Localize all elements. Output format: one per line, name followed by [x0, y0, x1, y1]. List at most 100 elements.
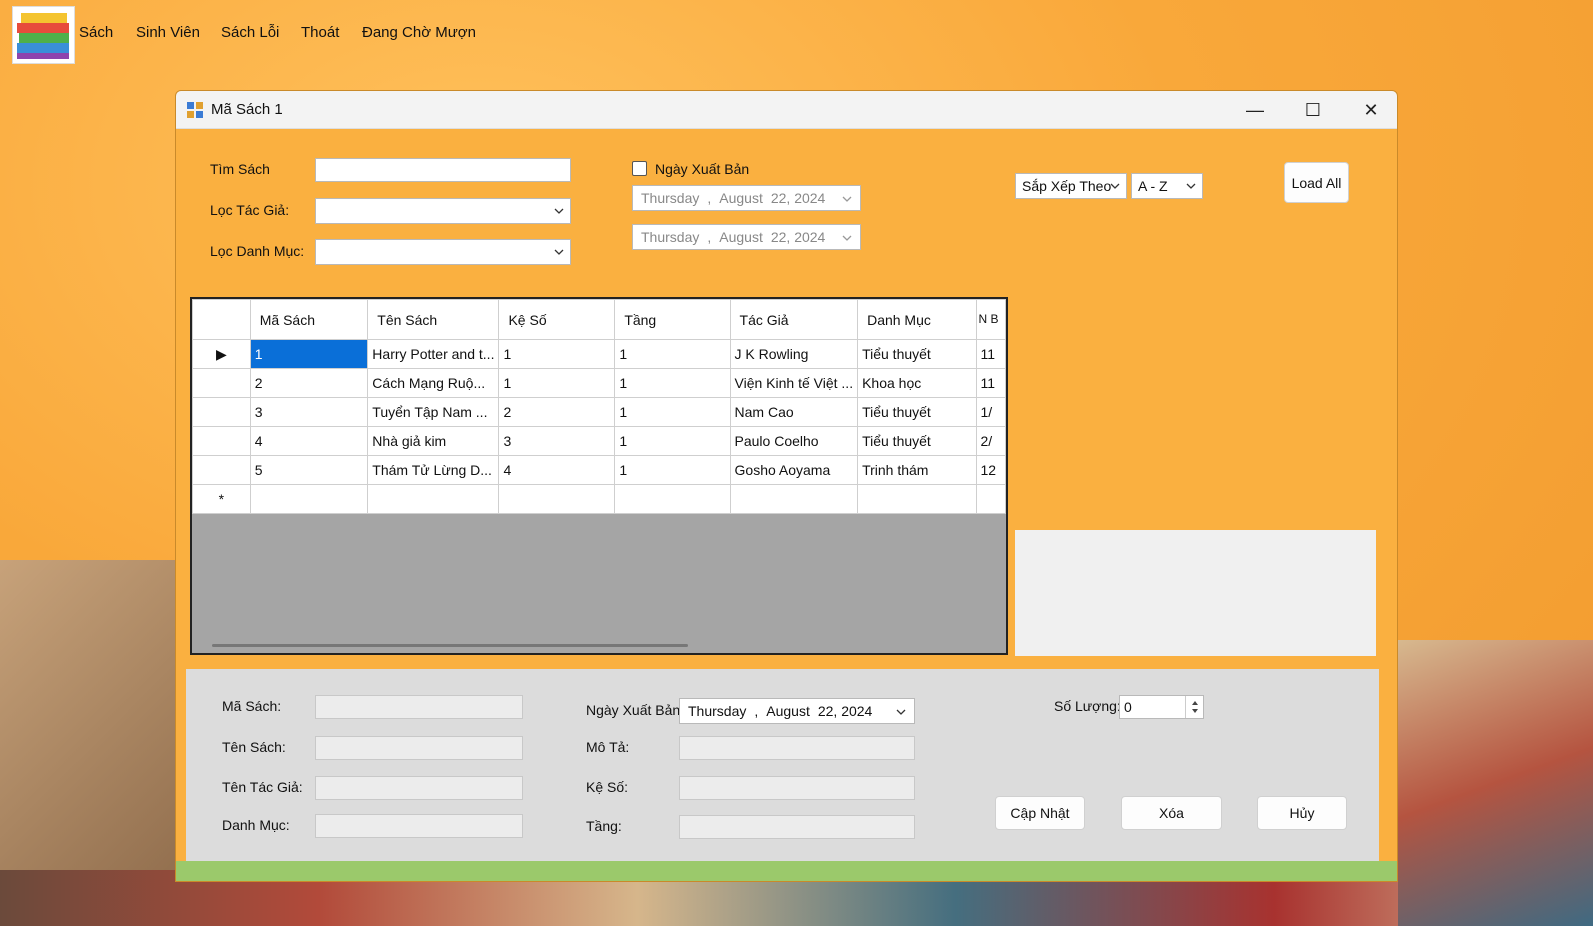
table-cell[interactable]: J K Rowling [729, 339, 859, 369]
table-cell[interactable]: 1 [614, 426, 731, 456]
close-button[interactable]: ✕ [1342, 91, 1397, 129]
table-cell[interactable]: Thám Tử Lừng D... [367, 455, 500, 485]
table-cell[interactable]: 3 [249, 397, 369, 427]
background-book-stack-left [0, 560, 180, 926]
ma-sach-field[interactable] [315, 695, 523, 719]
table-cell[interactable]: Tuyển Tập Nam ... [367, 397, 500, 427]
menu-sinh-vien[interactable]: Sinh Viên [136, 24, 200, 41]
date-from-picker[interactable]: Thursday, August 22, 2024 [632, 185, 861, 211]
table-cell[interactable]: 1 [498, 339, 616, 369]
so-luong-label: Số Lượng: [1054, 698, 1121, 714]
so-luong-stepper[interactable]: 0 [1119, 695, 1204, 719]
table-cell[interactable]: Viện Kinh tế Việt ... [729, 368, 859, 398]
horizontal-scrollbar[interactable] [212, 644, 688, 647]
menu-sach[interactable]: Sách [79, 24, 113, 41]
table-row[interactable]: ▶ 1 Harry Potter and t... 1 1 J K Rowling Tiểu… [192, 339, 1006, 369]
publish-date-sep: , [754, 703, 759, 719]
window-titlebar: Mã Sách 1 — ☐ ✕ [176, 91, 1397, 129]
row-header[interactable]: ▶ [192, 339, 251, 369]
table-cell[interactable]: Nhà giả kim [367, 426, 500, 456]
table-cell[interactable]: 11 [975, 339, 1006, 369]
table-cell[interactable]: 1 [249, 339, 369, 369]
publish-date-checkbox[interactable] [632, 161, 647, 176]
date-to-picker[interactable]: Thursday, August 22, 2024 [632, 224, 861, 250]
ten-sach-label: Tên Sách: [222, 739, 286, 755]
table-cell[interactable]: 4 [498, 455, 616, 485]
table-cell[interactable]: Nam Cao [729, 397, 859, 427]
table-cell[interactable]: 11 [975, 368, 1006, 398]
table-row[interactable]: 5 Thám Tử Lừng D... 4 1 Gosho Aoyama Trinh th… [192, 455, 1006, 485]
ke-so-field[interactable] [679, 776, 915, 800]
row-header[interactable] [192, 397, 251, 427]
cancel-button[interactable]: Hủy [1257, 796, 1347, 830]
table-cell[interactable]: Harry Potter and t... [367, 339, 500, 369]
table-cell[interactable]: Tiểu thuyết [857, 339, 977, 369]
table-cell[interactable]: 2 [498, 397, 616, 427]
column-header-ngay-xuat-ban[interactable]: N B [975, 299, 1006, 340]
table-cell[interactable]: 5 [249, 455, 369, 485]
ngay-xuat-ban-picker[interactable]: Thursday, August 22, 2024 [679, 698, 915, 724]
update-button[interactable]: Cập Nhật [995, 796, 1085, 830]
table-cell[interactable]: Tiểu thuyết [857, 397, 977, 427]
menu-sach-loi[interactable]: Sách Lỗi [221, 24, 279, 41]
column-header-ma-sach[interactable]: Mã Sách [249, 299, 369, 340]
table-cell[interactable]: 2 [249, 368, 369, 398]
table-cell[interactable]: Trinh thám [857, 455, 977, 485]
danh-muc-field[interactable] [315, 814, 523, 838]
tang-field[interactable] [679, 815, 915, 839]
row-header[interactable]: * [192, 484, 251, 514]
table-cell[interactable] [857, 484, 977, 514]
column-header-tang[interactable]: Tầng [614, 299, 731, 340]
ten-sach-field[interactable] [315, 736, 523, 760]
publish-date-day-year: 22, 2024 [817, 703, 873, 719]
ten-tac-gia-field[interactable] [315, 776, 523, 800]
table-cell[interactable] [249, 484, 369, 514]
delete-button[interactable]: Xóa [1121, 796, 1222, 830]
table-cell[interactable]: 4 [249, 426, 369, 456]
table-cell[interactable]: 1 [614, 455, 731, 485]
sort-by-select[interactable]: Sắp Xếp Theo [1015, 173, 1127, 199]
row-header[interactable] [192, 426, 251, 456]
table-cell[interactable]: 1 [614, 397, 731, 427]
table-cell[interactable]: 1 [614, 368, 731, 398]
table-cell[interactable]: Tiểu thuyết [857, 426, 977, 456]
table-cell[interactable] [367, 484, 500, 514]
table-row[interactable]: * [192, 484, 1006, 514]
danh-muc-label: Danh Mục: [222, 817, 290, 833]
table-cell[interactable]: 1/ [975, 397, 1006, 427]
sort-order-select[interactable]: A - Z [1131, 173, 1203, 199]
table-cell[interactable]: 1 [498, 368, 616, 398]
mo-ta-field[interactable] [679, 736, 915, 760]
maximize-button[interactable]: ☐ [1284, 91, 1342, 129]
row-header[interactable] [192, 368, 251, 398]
table-cell[interactable]: 1 [614, 339, 731, 369]
menu-thoat[interactable]: Thoát [301, 24, 339, 41]
category-filter-select[interactable] [315, 239, 571, 265]
table-cell[interactable] [729, 484, 859, 514]
column-header-ten-sach[interactable]: Tên Sách [367, 299, 500, 340]
search-input[interactable] [315, 158, 571, 182]
table-row[interactable]: 3 Tuyển Tập Nam ... 2 1 Nam Cao Tiểu thuyết 1/ [192, 397, 1006, 427]
table-row[interactable]: 2 Cách Mạng Ruộ... 1 1 Viện Kinh tế Việt ...… [192, 368, 1006, 398]
load-all-button[interactable]: Load All [1284, 162, 1349, 203]
stepper-buttons[interactable] [1185, 696, 1203, 718]
table-cell[interactable] [614, 484, 731, 514]
table-cell[interactable] [975, 484, 1006, 514]
table-cell[interactable]: Cách Mạng Ruộ... [367, 368, 500, 398]
minimize-button[interactable]: — [1226, 91, 1284, 129]
table-row[interactable]: 4 Nhà giả kim 3 1 Paulo Coelho Tiểu thuyết 2/ [192, 426, 1006, 456]
table-cell[interactable]: 3 [498, 426, 616, 456]
table-cell[interactable]: Paulo Coelho [729, 426, 859, 456]
books-grid[interactable]: Mã Sách Tên Sách Kệ Số Tầng Tác Giả Danh… [190, 297, 1008, 655]
author-filter-select[interactable] [315, 198, 571, 224]
column-header-tac-gia[interactable]: Tác Giả [729, 299, 859, 340]
table-cell[interactable]: Khoa học [857, 368, 977, 398]
table-cell[interactable]: 2/ [975, 426, 1006, 456]
column-header-ke-so[interactable]: Kệ Số [498, 299, 616, 340]
column-header-danh-muc[interactable]: Danh Mục [857, 299, 977, 340]
menu-dang-cho-muon[interactable]: Đang Chờ Mượn [362, 24, 476, 41]
table-cell[interactable]: Gosho Aoyama [729, 455, 859, 485]
row-header[interactable] [192, 455, 251, 485]
table-cell[interactable] [498, 484, 616, 514]
table-cell[interactable]: 12 [975, 455, 1006, 485]
